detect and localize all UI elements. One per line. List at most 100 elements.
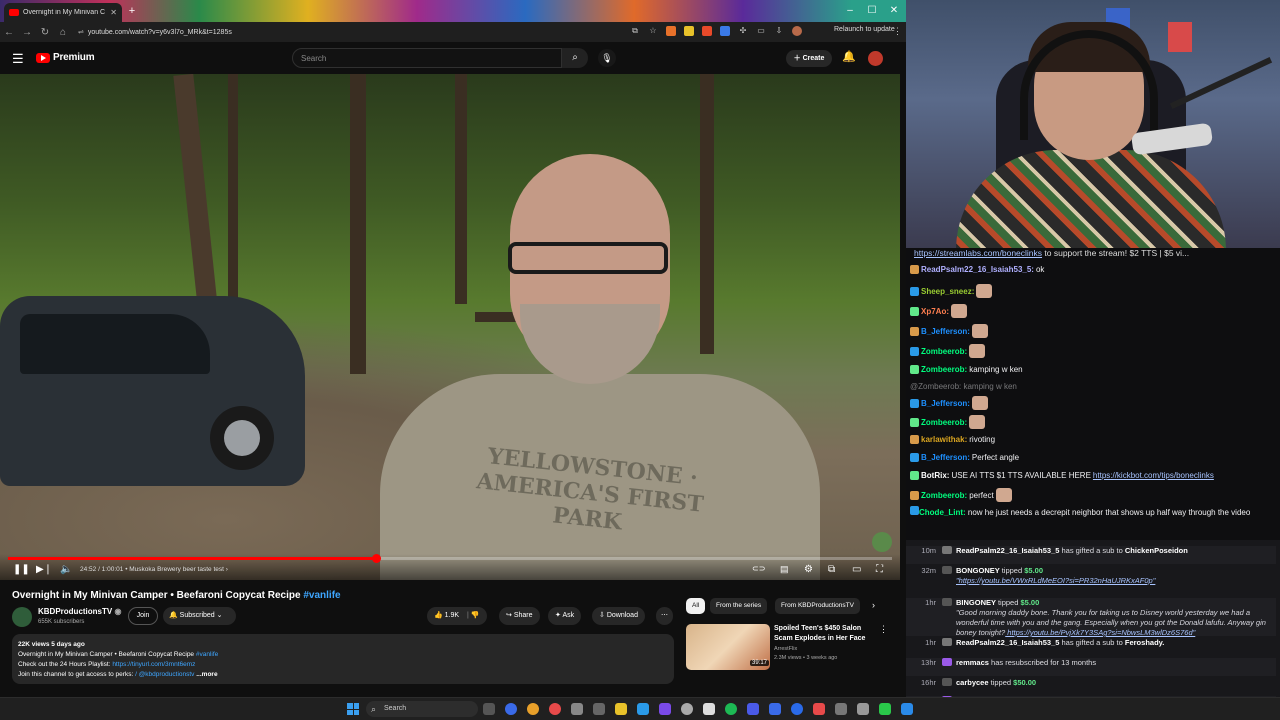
playlist-link[interactable]: https://tinyurl.com/3mnt6emz: [112, 661, 195, 668]
file-explorer-icon[interactable]: [615, 703, 627, 715]
share-button[interactable]: ↪ Share: [499, 607, 540, 625]
banner-link[interactable]: https://streamlabs.com/boneclinks: [914, 248, 1042, 258]
dislike-icon[interactable]: 👎: [471, 612, 480, 619]
hamburger-menu-icon[interactable]: ☰: [12, 51, 24, 67]
spotify-icon[interactable]: [725, 703, 737, 715]
video-player[interactable]: YELLOWSTONE · AMERICA'S FIRST PARK: [0, 74, 900, 580]
event-user[interactable]: BINGONEY: [956, 598, 998, 607]
app-icon[interactable]: [681, 703, 693, 715]
profile-avatar-icon[interactable]: [792, 26, 802, 36]
subtitles-icon[interactable]: ▤: [780, 564, 789, 575]
chat-username[interactable]: Chode_Lint:: [919, 508, 966, 517]
search-button[interactable]: ⌕: [562, 48, 588, 68]
event-target[interactable]: Feroshady.: [1125, 638, 1164, 647]
ask-button[interactable]: ✦ Ask: [548, 607, 582, 625]
voice-search-icon[interactable]: 🎙: [598, 49, 616, 67]
subscribed-button[interactable]: 🔔 Subscribed ⌄: [163, 607, 236, 625]
autoplay-toggle-icon[interactable]: ⊂⊃: [752, 564, 765, 573]
channel-link[interactable]: / @kbdproductionstv: [135, 671, 194, 678]
related-title[interactable]: Spoiled Teen's $450 Salon Scam Explodes …: [774, 624, 878, 644]
chat-username[interactable]: Sheep_sneez:: [921, 286, 974, 297]
related-channel[interactable]: ArrestFlix: [774, 646, 797, 652]
join-button[interactable]: Join: [128, 607, 158, 625]
chat-username[interactable]: B_Jefferson:: [921, 398, 970, 409]
like-dislike-button[interactable]: 👍 1.9K | 👎: [427, 607, 487, 625]
settings-gear-icon[interactable]: ⚙: [804, 564, 813, 575]
app-icon[interactable]: [769, 703, 781, 715]
downloads-icon[interactable]: ⇩: [774, 26, 784, 36]
event-target[interactable]: ChickenPoseidon: [1125, 546, 1188, 555]
bookmark-star-icon[interactable]: ☆: [648, 26, 658, 36]
split-view-icon[interactable]: ▭: [756, 26, 766, 36]
app-icon[interactable]: [879, 703, 891, 715]
chat-username[interactable]: Xp7Ao:: [921, 306, 949, 317]
taskbar-search[interactable]: Search: [366, 701, 478, 717]
chat-username[interactable]: Zombeerob:: [921, 346, 967, 357]
browser-edge-icon[interactable]: [505, 703, 517, 715]
start-windows-icon[interactable]: [347, 703, 359, 715]
app-icon[interactable]: [659, 703, 671, 715]
chat-username[interactable]: B_Jefferson:: [921, 452, 970, 463]
volume-icon[interactable]: 🔈: [60, 564, 72, 575]
chevron-right-icon[interactable]: ›: [872, 600, 875, 610]
related-menu-icon[interactable]: ⋮: [879, 624, 888, 635]
browser-menu-icon[interactable]: ⋮: [893, 26, 902, 37]
chip-from-series[interactable]: From the series: [710, 598, 768, 614]
channel-avatar[interactable]: [12, 607, 32, 627]
event-user[interactable]: ReadPsalm22_16_Isaiah53_5: [956, 546, 1062, 555]
more-link[interactable]: ...more: [196, 671, 217, 678]
chat-username[interactable]: Zombeerob:: [921, 490, 967, 501]
site-info-icon[interactable]: ⇌: [78, 28, 84, 36]
tab-active[interactable]: Overnight in My Minivan C ✕: [4, 3, 122, 22]
chat-username[interactable]: Zombeerob:: [921, 364, 967, 375]
next-icon[interactable]: ▶❘: [36, 564, 52, 575]
install-app-icon[interactable]: ⧉: [630, 26, 640, 36]
chrome-icon[interactable]: [527, 703, 539, 715]
task-view-icon[interactable]: [483, 703, 495, 715]
relaunch-button[interactable]: Relaunch to update: [834, 26, 895, 33]
app-icon[interactable]: [703, 703, 715, 715]
extension-red-icon[interactable]: [702, 26, 712, 36]
event-user[interactable]: remmacs: [956, 658, 991, 667]
chat-link[interactable]: https://kickbot.com/tips/boneclinks: [1093, 470, 1214, 481]
app-icon[interactable]: [791, 703, 803, 715]
create-button[interactable]: ＋ Create: [786, 50, 832, 67]
event-user[interactable]: carbycee: [956, 678, 991, 687]
close-window-icon[interactable]: ✕: [884, 3, 904, 19]
miniplayer-icon[interactable]: ⧉: [828, 564, 835, 575]
theater-mode-icon[interactable]: ▭: [852, 564, 861, 575]
chip-from-channel[interactable]: From KBDProductionsTV: [775, 598, 860, 614]
app-icon[interactable]: [571, 703, 583, 715]
search-input[interactable]: Search: [292, 48, 562, 68]
app-icon[interactable]: [637, 703, 649, 715]
account-avatar[interactable]: [868, 51, 883, 66]
chat-username[interactable]: BotRix:: [921, 470, 949, 481]
progress-scrubber[interactable]: [371, 554, 381, 563]
chat-username[interactable]: karlawithak:: [921, 434, 967, 445]
extension-orange-icon[interactable]: [666, 26, 676, 36]
extension-blue-icon[interactable]: [720, 26, 730, 36]
app-icon[interactable]: [901, 703, 913, 715]
description-tag[interactable]: #vanlife: [196, 651, 218, 658]
fullscreen-icon[interactable]: ⛶: [876, 564, 883, 575]
chrome-profile-icon[interactable]: [549, 703, 561, 715]
chip-all[interactable]: All: [686, 598, 706, 614]
maximize-icon[interactable]: ☐: [862, 3, 882, 19]
event-user[interactable]: ReadPsalm22_16_Isaiah53_5: [956, 638, 1062, 647]
app-icon[interactable]: [835, 703, 847, 715]
more-actions-button[interactable]: ⋯: [656, 607, 673, 625]
back-icon[interactable]: ←: [0, 27, 18, 38]
app-icon[interactable]: [857, 703, 869, 715]
event-user[interactable]: BONGONEY: [956, 566, 1002, 575]
forward-icon[interactable]: →: [18, 27, 36, 38]
channel-watermark-icon[interactable]: [872, 532, 892, 552]
app-icon[interactable]: [747, 703, 759, 715]
app-icon[interactable]: [593, 703, 605, 715]
progress-bar[interactable]: [8, 554, 892, 563]
chat-username[interactable]: B_Jefferson:: [921, 326, 970, 337]
chat-username[interactable]: ReadPsalm22_16_Isaiah53_5:: [921, 264, 1034, 275]
chapter-title[interactable]: • Muskoka Brewery beer taste test: [125, 566, 224, 573]
notifications-bell-icon[interactable]: 🔔: [842, 50, 856, 63]
url-field[interactable]: ⇌ youtube.com/watch?v=y6v3l7o_MRk&t=1285…: [78, 25, 638, 39]
download-button[interactable]: ⇩ Download: [592, 607, 645, 625]
